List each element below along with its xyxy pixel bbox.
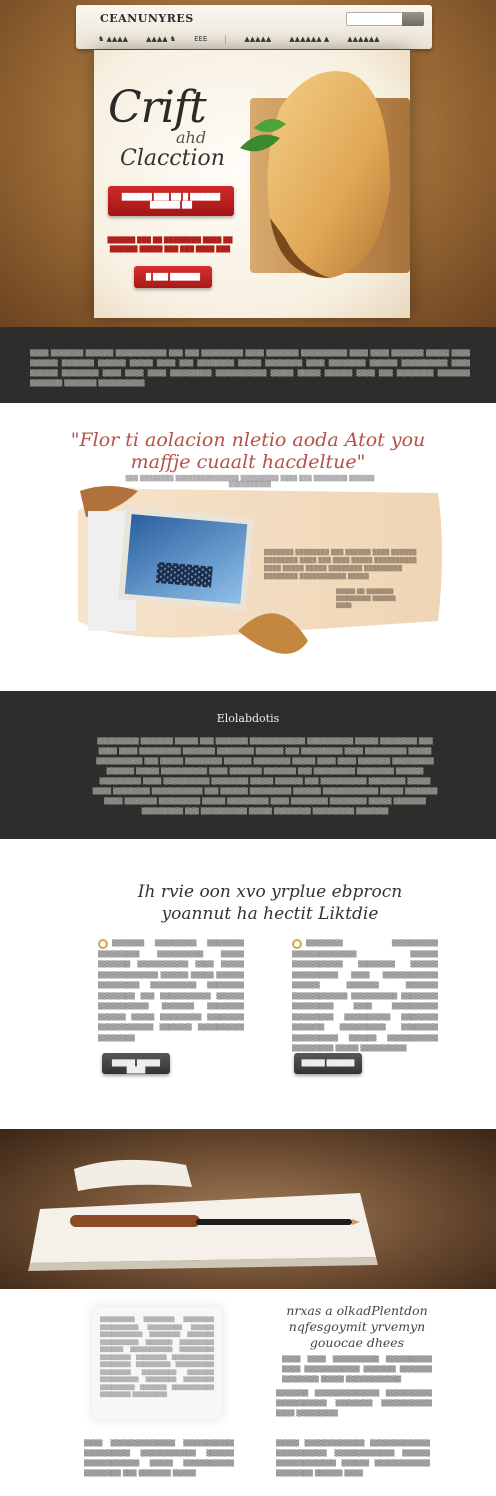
bottom-paragraph-3: ▒▒▒▒ ▒▒▒▒▒▒▒▒▒▒▒▒▒▒ ▒▒▒▒▒▒▒▒▒▒▒ ▒▒▒▒▒▒▒▒…: [84, 1440, 234, 1477]
hero-blurb: ██████ ███ ██ ████████ ████ ██ ██████ ██…: [107, 237, 233, 253]
bottom-section: ▒▒▒▒▒▒▒▒▒ ▒▒▒▒▒▒▒▒ ▒▒▒▒▒▒▒▒ ▒▒▒▒▒▒▒▒▒▒ ▒…: [0, 1289, 496, 1496]
nav-link-5[interactable]: ▲▲▲▲▲▲ ▲: [289, 35, 329, 44]
newspaper-clipping: ▒▒▒▒▒▒▒▒▒ ▒▒▒▒▒▒▒▒ ▒▒▒▒▒▒▒▒ ▒▒▒▒▒▒▒▒▒▒ ▒…: [92, 1307, 222, 1419]
collage-image: ▓▓▓▓: [78, 486, 442, 654]
quote-text: "Flor ti aolacion nletio aoda Atot you m…: [70, 429, 426, 473]
search-icon[interactable]: [402, 12, 424, 26]
badge-icon: [98, 939, 108, 949]
features-title: Ih rvie oon xvo yrplue ebprocn yoannut h…: [137, 882, 403, 924]
collage-text: ▒▒▒▒▒▒▒ ▒▒▒▒▒▒▒▒ ▒▒▒ ▒▒▒▒▒▒ ▒▒▒▒ ▒▒▒▒▒▒ …: [264, 550, 417, 580]
collage-caption: ▒▒▒▒▒ ▒▒ ▒▒▒▒▒▒▒ ▒▒▒▒▒▒▒▒▒ ▒▒▒▒▒▒ ▒▒▒▒: [336, 589, 396, 609]
quote-section: "Flor ti aolacion nletio aoda Atot you m…: [0, 403, 496, 691]
feature-text-right: ▒▒▒▒▒▒▒▒ ▒▒▒▒▒▒▒▒▒▒ ▒▒▒▒▒▒▒▒▒▒▒▒▒▒ ▒▒▒▒▒…: [292, 940, 438, 1052]
bottom-paragraph-2: ▒▒▒▒▒▒▒ ▒▒▒▒▒▒▒▒▒▒▒▒▒▒ ▒▒▒▒▒▒▒▒▒▒ ▒▒▒▒▒▒…: [276, 1390, 432, 1417]
hero-title-line-3: Clacction: [120, 146, 225, 171]
top-navbar: CEANUNYRES ♞ ▲▲▲▲ ▲▲▲▲ ♞ EEE ▲▲▲▲▲ ▲▲▲▲▲…: [76, 5, 432, 49]
feature-left-button[interactable]: █████ █████ ████: [102, 1053, 170, 1074]
nav-link-6[interactable]: ▲▲▲▲▲▲: [347, 35, 379, 44]
about-band: Elolabdotis ▒▒▒▒▒▒▒▒▒ ▒▒▒▒▒▒▒ ▒▒▒▒▒ ▒▒▒ …: [0, 691, 496, 839]
hero-title-line-2: ahd: [176, 128, 207, 147]
hero-title-line-1: Crift: [108, 82, 207, 133]
hero-section: CEANUNYRES ♞ ▲▲▲▲ ▲▲▲▲ ♞ EEE ▲▲▲▲▲ ▲▲▲▲▲…: [0, 0, 496, 327]
about-title: Elolabdotis: [216, 712, 280, 725]
nav-link-4[interactable]: ▲▲▲▲▲: [244, 35, 271, 44]
bottom-title: nrxas a olkadPlentdon nqfesgoymit yrvemy…: [286, 1303, 428, 1350]
badge-icon: [292, 939, 302, 949]
feature-text-left: ▒▒▒▒▒▒▒ ▒▒▒▒▒▒▒▒▒ ▒▒▒▒▒▒▒▒ ▒▒▒▒▒▒▒▒▒ ▒▒▒…: [98, 940, 244, 1042]
clipping-text: ▒▒▒▒▒▒▒▒▒ ▒▒▒▒▒▒▒▒ ▒▒▒▒▒▒▒▒ ▒▒▒▒▒▒▒▒▒▒ ▒…: [100, 1317, 214, 1398]
intro-text: ▒▒▒▒ ▒▒▒▒▒▒▒ ▒▒▒▒▒▒ ▒▒▒▒▒▒▒▒▒▒▒ ▒▒▒ ▒▒▒ …: [30, 350, 470, 387]
nav-link-3[interactable]: EEE: [194, 35, 207, 44]
features-section: Ih rvie oon xvo yrplue ebprocn yoannut h…: [0, 839, 496, 1129]
nav-link-1[interactable]: ♞ ▲▲▲▲: [98, 35, 128, 44]
pen-icon: [196, 1219, 352, 1225]
bottom-paragraph-4: ▒▒▒▒▒ ▒▒▒▒▒▒▒▒▒▒▒▒▒ ▒▒▒▒▒▒▒▒▒▒▒▒▒ ▒▒▒▒▒▒…: [276, 1440, 430, 1477]
notebook-image: [28, 1159, 378, 1271]
page: CEANUNYRES ♞ ▲▲▲▲ ▲▲▲▲ ♞ EEE ▲▲▲▲▲ ▲▲▲▲▲…: [0, 0, 496, 1496]
nav-links: ♞ ▲▲▲▲ ▲▲▲▲ ♞ EEE ▲▲▲▲▲ ▲▲▲▲▲▲ ▲ ▲▲▲▲▲▲: [98, 35, 380, 44]
search-input[interactable]: [346, 12, 424, 26]
hero-secondary-button[interactable]: █ ███ ██████: [134, 266, 212, 288]
nav-divider: [225, 35, 227, 44]
notebook-photo: [0, 1129, 496, 1289]
about-text: ▒▒▒▒▒▒▒▒▒ ▒▒▒▒▒▒▒ ▒▒▒▒▒ ▒▒▒ ▒▒▒▒▒▒▒ ▒▒▒▒…: [92, 738, 438, 815]
intro-band: ▒▒▒▒ ▒▒▒▒▒▒▒ ▒▒▒▒▒▒ ▒▒▒▒▒▒▒▒▒▒▒ ▒▒▒ ▒▒▒ …: [0, 327, 496, 403]
nav-link-2[interactable]: ▲▲▲▲ ♞: [146, 35, 176, 44]
feature-right-button[interactable]: █████ ██████: [294, 1053, 362, 1074]
cake-image: [240, 71, 410, 278]
hero-primary-button[interactable]: ██████ ███ ██ █ ██████ ██████ ██: [108, 186, 234, 216]
site-logo[interactable]: CEANUNYRES: [100, 12, 194, 25]
bottom-paragraph-1: ▒▒▒▒ ▒▒▒▒ ▒▒▒▒▒▒▒▒▒▒ ▒▒▒▒▒▒▒▒▒▒ ▒▒▒▒ ▒▒▒…: [282, 1356, 432, 1383]
